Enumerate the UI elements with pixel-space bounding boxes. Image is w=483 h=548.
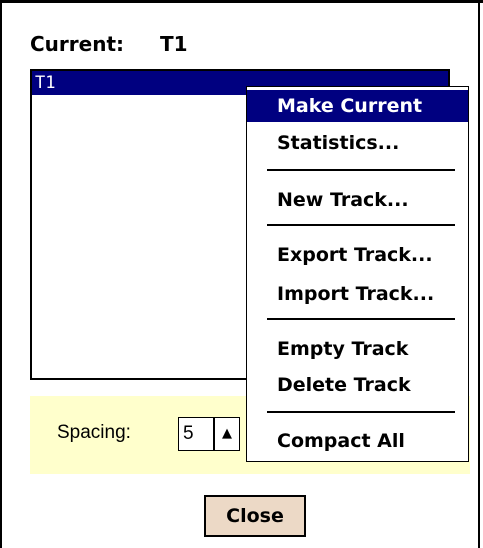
menu-separator [267, 411, 455, 413]
spin-up-button[interactable]: ▲ [214, 417, 240, 451]
menu-item-delete-track[interactable]: Delete Track [247, 369, 468, 401]
menu-separator [267, 169, 455, 171]
current-value: T1 [160, 32, 188, 56]
menu-item-statistics[interactable]: Statistics... [247, 127, 468, 159]
window-top-border [0, 0, 483, 3]
window-right-border [478, 0, 480, 548]
menu-item-export-track[interactable]: Export Track... [247, 239, 468, 271]
close-button[interactable]: Close [204, 495, 306, 537]
spacing-label: Spacing: [57, 422, 131, 443]
menu-item-make-current[interactable]: Make Current [247, 90, 468, 122]
current-track-row: Current: T1 [30, 32, 188, 56]
spacing-input[interactable]: 5 [178, 417, 214, 451]
menu-item-new-track[interactable]: New Track... [247, 184, 468, 216]
menu-separator [267, 224, 455, 226]
context-menu: Make Current Statistics... New Track... … [246, 86, 469, 462]
menu-item-empty-track[interactable]: Empty Track [247, 333, 468, 365]
menu-item-compact-all[interactable]: Compact All [247, 425, 468, 457]
triangle-up-icon: ▲ [222, 426, 232, 441]
menu-separator [267, 318, 455, 320]
window-left-border [0, 0, 2, 548]
current-label: Current: [30, 32, 125, 56]
menu-item-import-track[interactable]: Import Track... [247, 278, 468, 310]
